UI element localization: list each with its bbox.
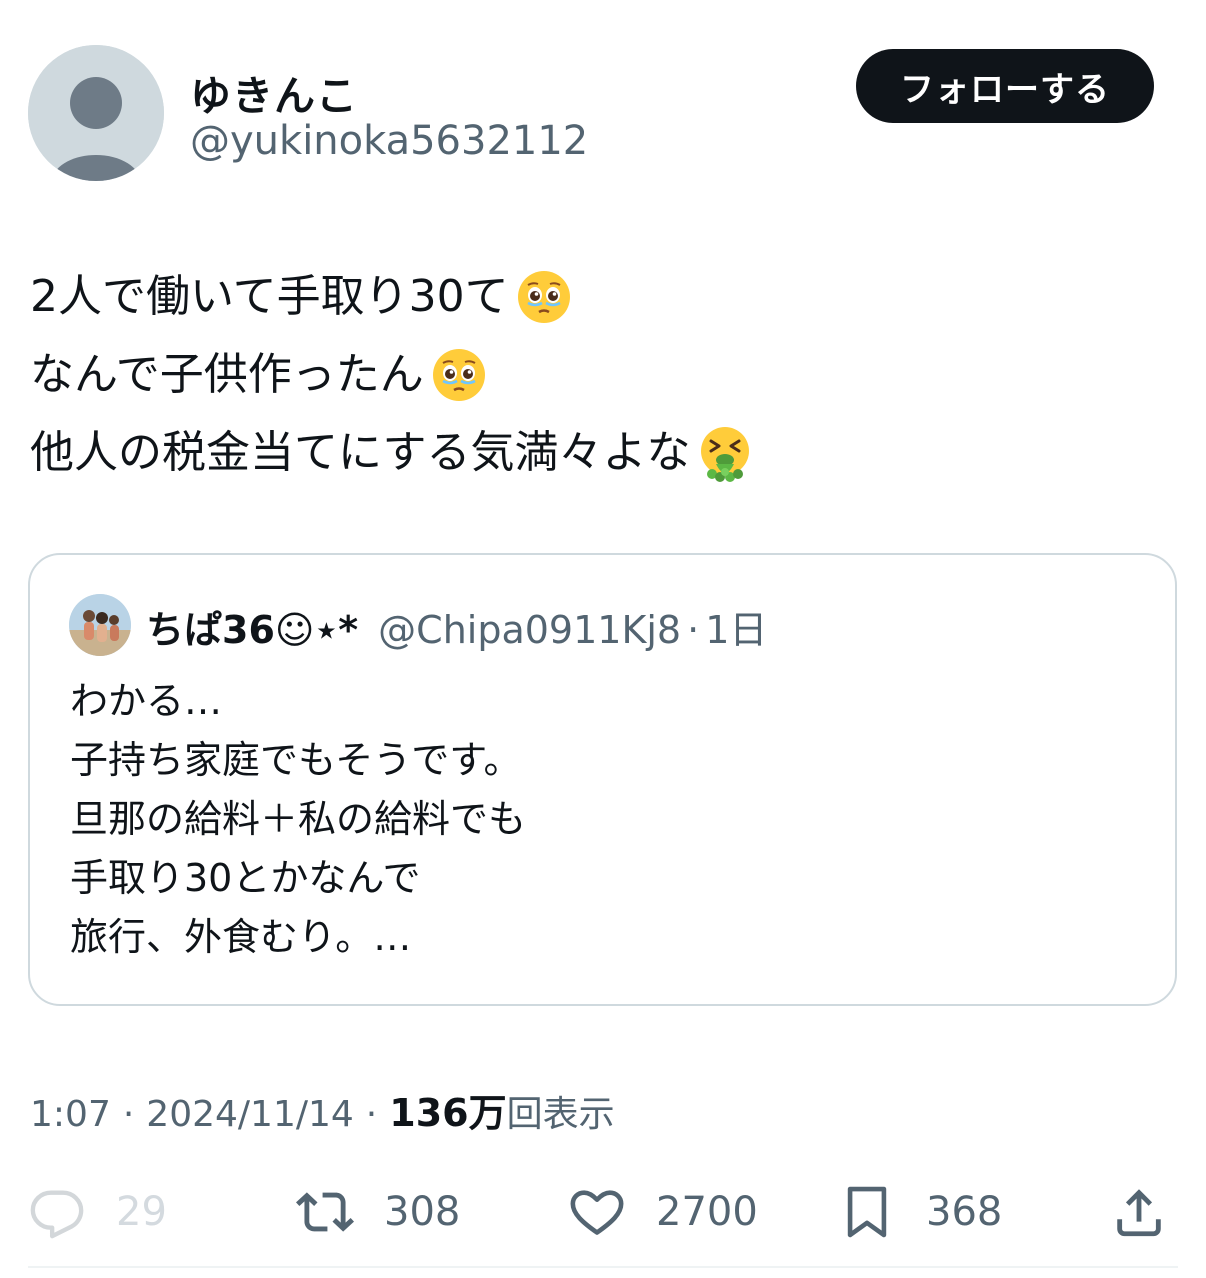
tweet-meta: 1:07 · 2024/11/14 · 136万 回表示 (30, 1082, 615, 1137)
action-bar: 29 308 2700 368 (0, 1170, 1206, 1254)
retweet-icon (296, 1192, 354, 1232)
reply-icon (30, 1190, 84, 1239)
bookmark-button[interactable]: 368 (838, 1170, 1002, 1254)
tweet-text: 2人で働いて手取り30て なんで子供作ったん 他人の税金当てにする気満々よな (30, 258, 754, 492)
retweet-button[interactable]: 308 (296, 1170, 460, 1254)
quote-line: 手取り30とかなんで (70, 856, 421, 900)
tweet-line: 2人で働いて手取り30て (30, 258, 754, 336)
separator-dot: · (365, 1094, 378, 1135)
divider (28, 1266, 1178, 1268)
post-date[interactable]: 2024/11/14 (146, 1094, 354, 1135)
pleading-face-emoji (515, 268, 573, 326)
like-button[interactable]: 2700 (568, 1170, 758, 1254)
author-handle[interactable]: @yukinoka5632112 (190, 118, 588, 164)
heart-icon (570, 1190, 624, 1235)
quote-handle[interactable]: @Chipa0911Kj8 (378, 608, 681, 652)
share-button[interactable] (1110, 1170, 1168, 1254)
post-time[interactable]: 1:07 (30, 1094, 111, 1135)
pleading-face-emoji (430, 346, 488, 404)
reply-count: 29 (116, 1189, 167, 1235)
author-display-name[interactable]: ゆきんこ (190, 62, 358, 122)
tweet-line-text: 他人の税金当てにする気満々よな (30, 427, 691, 478)
retweet-count: 308 (384, 1189, 461, 1235)
views-label: 回表示 (506, 1094, 615, 1135)
quote-text: わかる… 子持ち家庭でもそうです。 旦那の給料＋私の給料でも 手取り30とかなん… (70, 672, 526, 967)
quote-display-name[interactable]: ちぱ36☺︎⋆* (146, 599, 358, 654)
quote-timestamp[interactable]: 1日 (705, 599, 767, 654)
author-avatar[interactable] (28, 45, 164, 181)
tweet-line: なんで子供作ったん (30, 336, 754, 414)
quote-avatar (69, 594, 131, 656)
separator-dot: · (122, 1094, 135, 1135)
quote-tweet-card[interactable]: ちぱ36☺︎⋆* @Chipa0911Kj8 · 1日 わかる… 子持ち家庭でも… (28, 553, 1177, 1006)
quote-header: ちぱ36☺︎⋆* @Chipa0911Kj8 · 1日 (146, 599, 767, 654)
separator-dot: · (687, 608, 700, 652)
follow-button[interactable]: フォローする (856, 49, 1154, 123)
share-icon (1117, 1189, 1161, 1237)
tweet-line: 他人の税金当てにする気満々よな (30, 414, 754, 492)
tweet-line-text: なんで子供作ったん (30, 349, 424, 400)
bookmark-icon (847, 1186, 887, 1238)
bookmark-count: 368 (926, 1189, 1003, 1235)
tweet-line-text: 2人で働いて手取り30て (30, 271, 509, 322)
quote-line: わかる… (70, 679, 223, 723)
quote-line: 子持ち家庭でもそうです。 (70, 738, 522, 782)
views-count: 136万 (389, 1091, 507, 1135)
like-count: 2700 (656, 1189, 758, 1235)
quote-line: 旦那の給料＋私の給料でも (70, 797, 527, 841)
vomiting-face-emoji (696, 424, 754, 482)
quote-line: 旅行、外食むり。… (70, 915, 412, 959)
reply-button[interactable]: 29 (28, 1170, 167, 1254)
default-avatar-icon (28, 45, 164, 181)
